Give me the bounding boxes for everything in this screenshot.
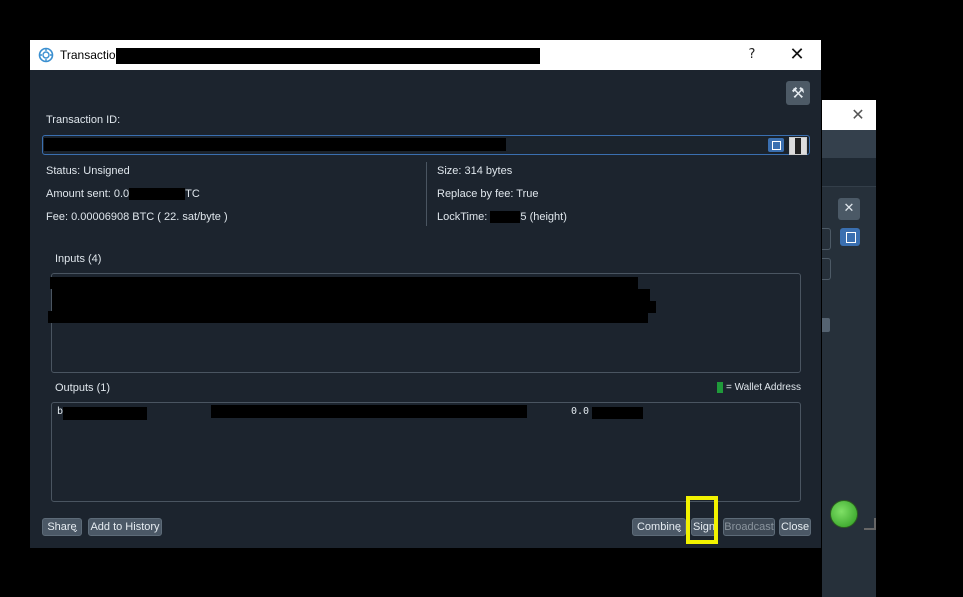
- combine-button-label: Combine: [636, 521, 682, 533]
- add-to-history-button[interactable]: Add to History: [88, 518, 162, 536]
- redacted-title: [116, 48, 540, 64]
- inputs-label: Inputs (4): [55, 253, 102, 265]
- app-logo-icon: [38, 47, 54, 63]
- dialog-titlebar: Transactio ? ✕: [30, 40, 821, 70]
- background-button[interactable]: [822, 318, 830, 332]
- wallet-address-legend-swatch: [717, 382, 723, 393]
- amount-suffix: TC: [185, 188, 200, 200]
- status-label: Status: Unsigned: [46, 165, 130, 177]
- qr-code-icon[interactable]: [789, 137, 807, 155]
- size-label: Size: 314 bytes: [437, 165, 513, 177]
- background-window: ✕ ✕: [822, 100, 876, 597]
- redacted-input-row: [48, 311, 648, 323]
- redacted-input-row: [50, 277, 638, 289]
- locktime-label: LockTime: 5 (height): [437, 211, 567, 224]
- fee-label: Fee: 0.00006908 BTC ( 22. sat/byte ): [46, 211, 228, 223]
- close-window-button[interactable]: ✕: [785, 44, 809, 66]
- background-field[interactable]: [822, 258, 831, 280]
- help-button[interactable]: ?: [742, 45, 762, 65]
- redacted-input-row: [52, 289, 650, 301]
- copy-icon[interactable]: [768, 138, 784, 152]
- sign-button-highlight: [686, 496, 718, 544]
- divider: [426, 162, 427, 226]
- share-button-label: Share: [47, 521, 77, 533]
- txid-label: Transaction ID:: [46, 114, 121, 126]
- redacted-locktime: [490, 211, 521, 224]
- redacted-output-address: [63, 407, 147, 420]
- output-amount-prefix: 0.0: [571, 406, 590, 417]
- background-toolbar: [822, 130, 876, 158]
- amount-prefix: Amount sent: 0.0: [46, 188, 130, 200]
- background-close-button[interactable]: ✕: [846, 105, 870, 125]
- rbf-label: Replace by fee: True: [437, 188, 539, 200]
- amount-label: Amount sent: 0.0 TC: [46, 188, 200, 201]
- redacted-txid: [44, 138, 506, 151]
- resize-grip-icon[interactable]: [864, 518, 876, 530]
- share-button[interactable]: Share: [42, 518, 82, 537]
- broadcast-button[interactable]: Broadcast: [723, 518, 775, 536]
- background-field[interactable]: [822, 228, 831, 250]
- wallet-address-legend: = Wallet Address: [726, 382, 801, 393]
- close-button[interactable]: Close: [779, 518, 811, 536]
- transaction-dialog: Transactio ? ✕ ⚒ Transaction ID: Status:…: [30, 40, 821, 548]
- background-copy-icon[interactable]: [840, 228, 860, 246]
- redacted-amount: [129, 188, 186, 201]
- outputs-label: Outputs (1): [55, 382, 111, 394]
- locktime-suffix: 5 (height): [520, 211, 567, 223]
- connection-status-icon[interactable]: [830, 500, 858, 528]
- dialog-title: Transactio: [60, 48, 116, 62]
- locktime-prefix: LockTime:: [437, 211, 491, 223]
- tools-icon[interactable]: ⚒: [786, 81, 810, 105]
- background-tools-icon[interactable]: ✕: [838, 198, 860, 220]
- redacted-output-detail: [211, 405, 527, 418]
- redacted-output-amount: [592, 407, 643, 419]
- combine-button[interactable]: Combine: [632, 518, 686, 537]
- background-titlebar: ✕: [822, 100, 876, 130]
